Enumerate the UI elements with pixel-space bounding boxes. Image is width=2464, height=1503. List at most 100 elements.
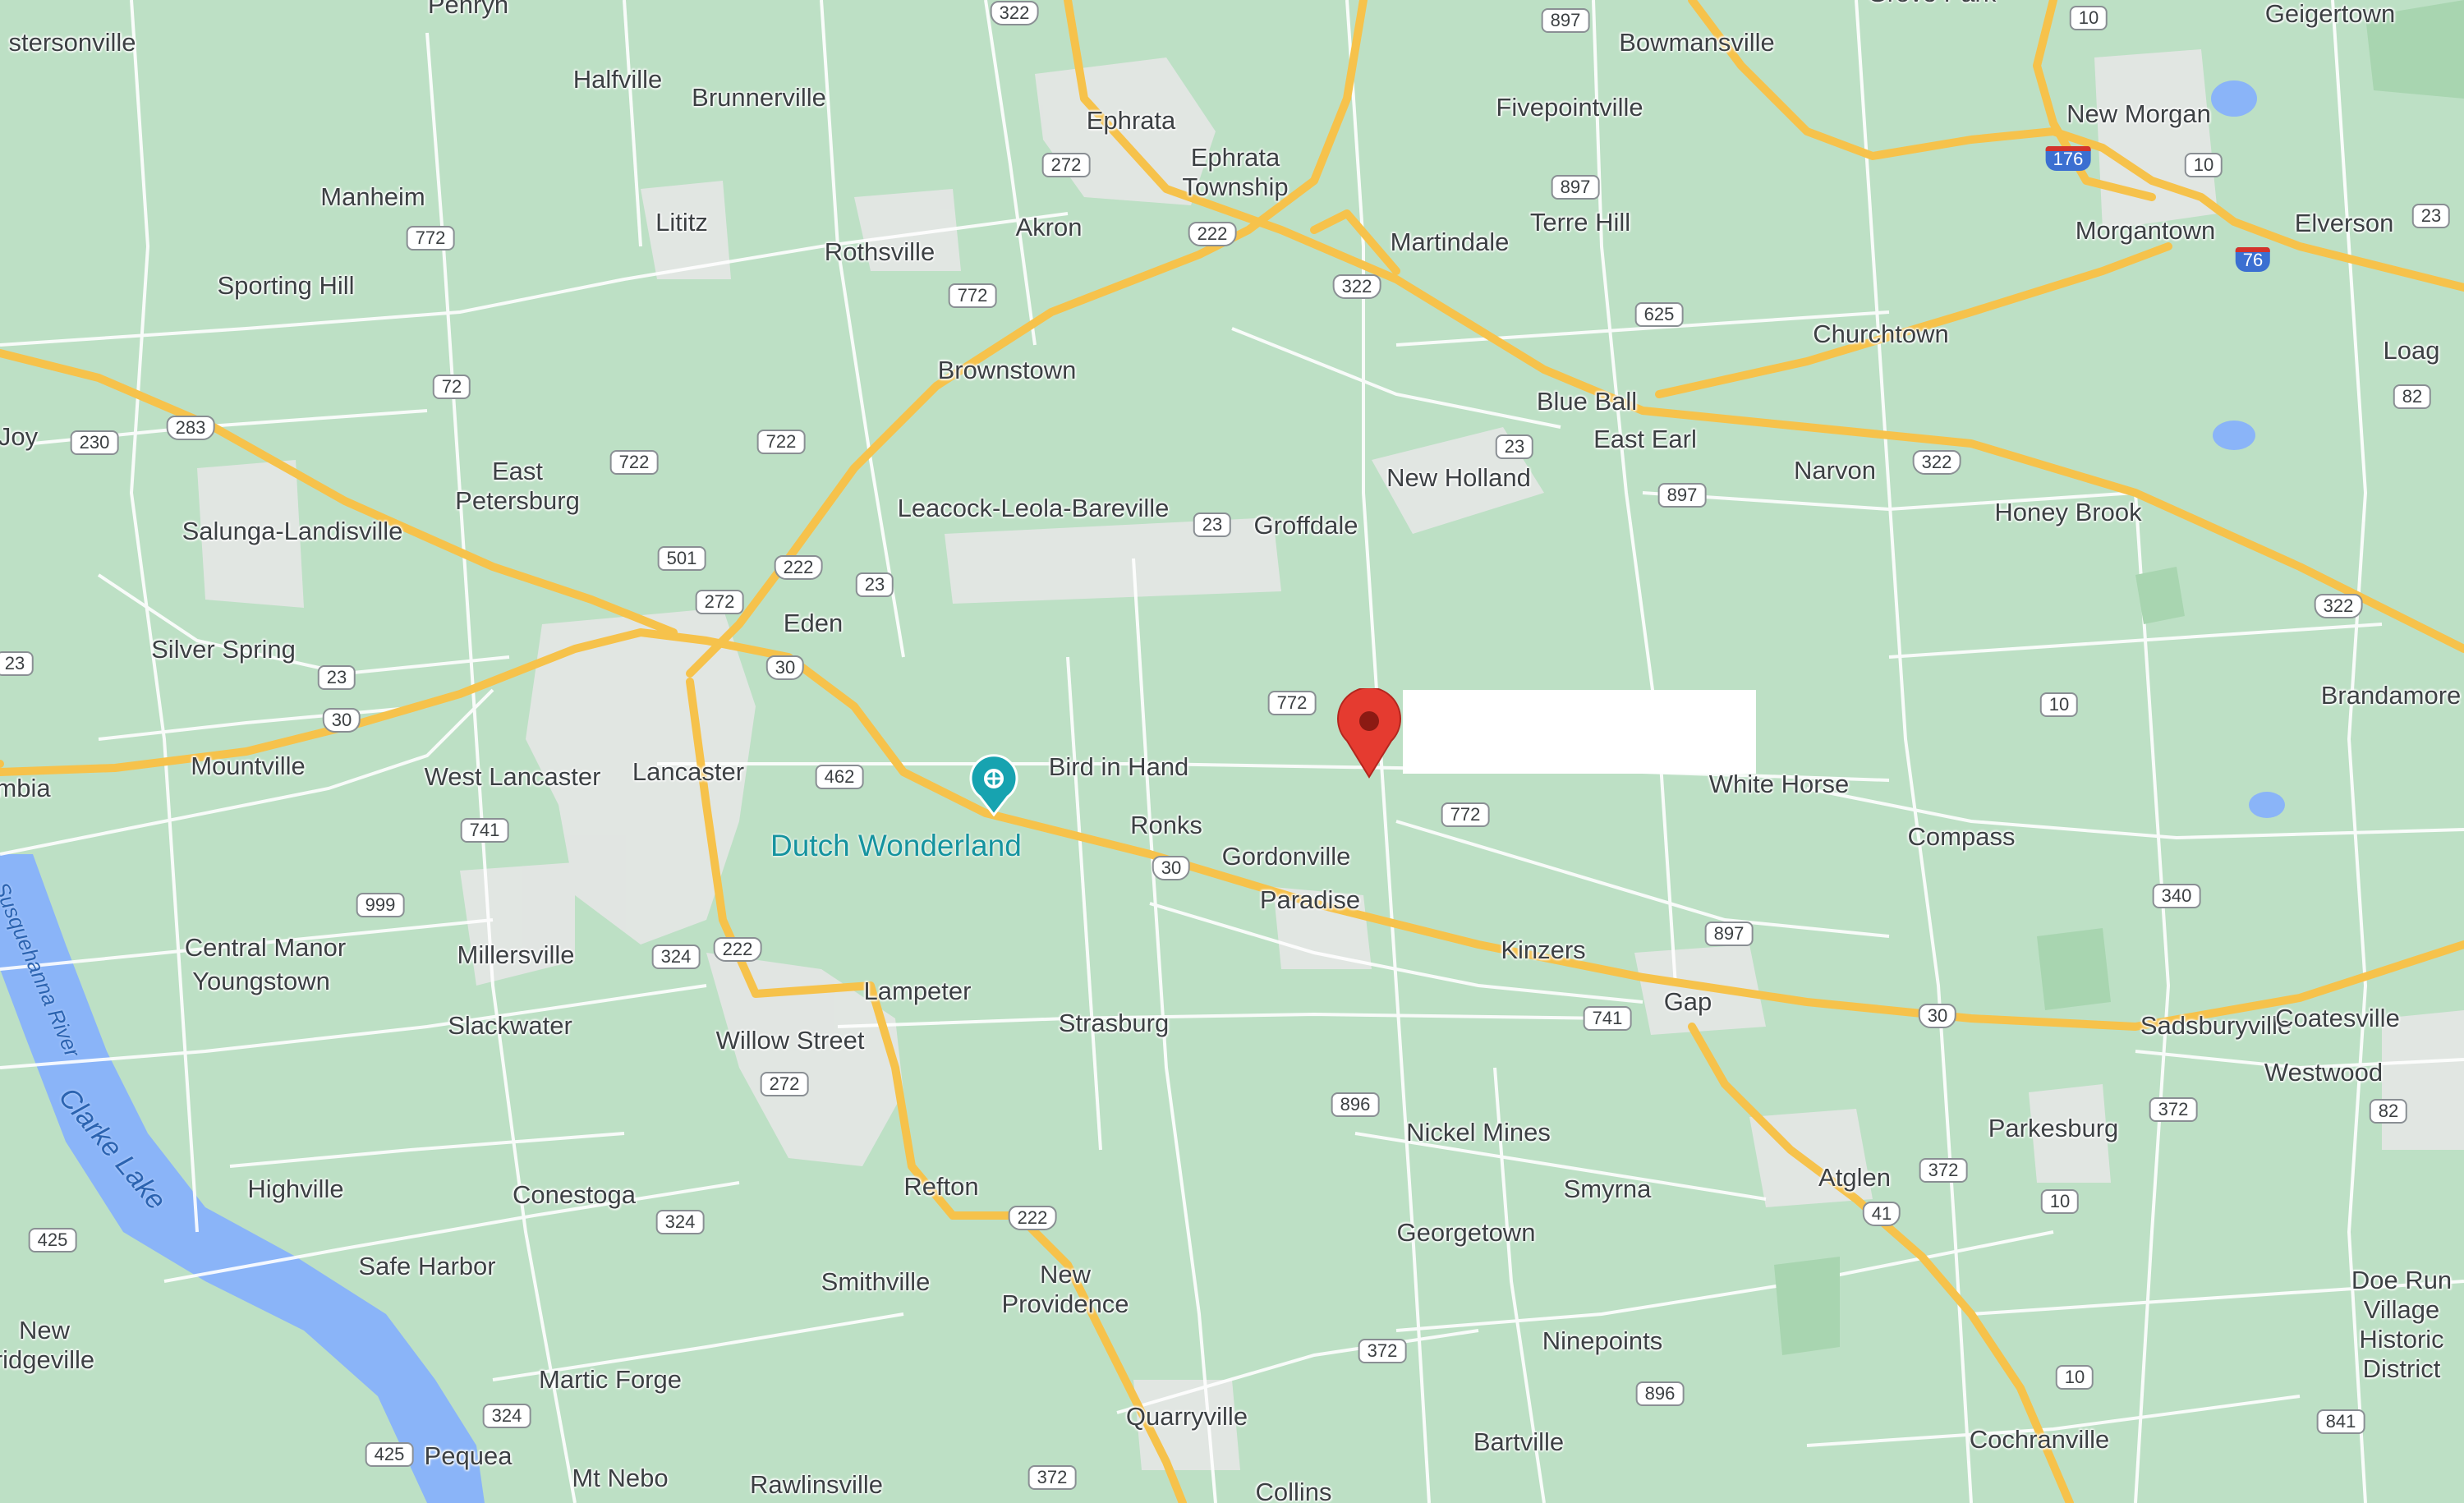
pin-info-label[interactable] <box>1403 690 1756 774</box>
route-shield-23: 23 <box>855 572 894 597</box>
place-label: Compass <box>1907 822 2016 851</box>
route-shield-30: 30 <box>1152 856 1191 880</box>
place-label: Gap <box>1663 987 1712 1016</box>
route-shield-23: 23 <box>2411 204 2451 228</box>
place-label: Millersville <box>457 940 575 969</box>
route-shield-841: 841 <box>2316 1409 2365 1434</box>
route-shield-324: 324 <box>655 1210 705 1234</box>
route-shield-10: 10 <box>2039 692 2079 717</box>
place-label: Central Manor <box>184 933 347 962</box>
route-shield-23: 23 <box>1193 512 1232 537</box>
place-label: Refton <box>903 1172 979 1201</box>
place-label: Mt Nebo <box>572 1464 669 1492</box>
route-shield-322: 322 <box>990 1 1039 25</box>
route-shield-23: 23 <box>0 651 34 676</box>
place-label: White Horse <box>1708 770 1850 798</box>
route-shield-425: 425 <box>365 1442 414 1467</box>
place-label: Parkesburg <box>1988 1114 2119 1142</box>
route-shield-272: 272 <box>1041 153 1091 177</box>
place-label: Coatesville <box>2275 1004 2400 1032</box>
route-shield-72: 72 <box>432 375 471 399</box>
poi-label-dutch-wonderland[interactable]: Dutch Wonderland <box>770 829 1022 863</box>
place-label: Strasburg <box>1058 1009 1170 1037</box>
place-label: Cochranville <box>1969 1425 2110 1454</box>
route-shield-372: 372 <box>1919 1158 1968 1183</box>
place-label: Sporting Hill <box>217 271 355 300</box>
route-shield-625: 625 <box>1634 302 1684 327</box>
place-label: Blue Ball <box>1536 387 1638 416</box>
route-shield-222: 222 <box>1008 1206 1057 1230</box>
place-label: Youngstown <box>192 967 330 995</box>
place-label: Gordonville <box>1221 842 1351 871</box>
place-label: Bowmansville <box>1619 28 1775 57</box>
place-label: Pequea <box>424 1441 513 1470</box>
place-label: Smyrna <box>1563 1174 1652 1203</box>
route-shield-896: 896 <box>1331 1092 1380 1117</box>
dropped-pin-marker[interactable] <box>1335 688 1403 779</box>
place-label: Loag <box>2383 336 2440 365</box>
route-shield-322: 322 <box>1912 450 1961 475</box>
place-label: Terre Hill <box>1529 208 1631 237</box>
map-canvas[interactable]: stersonville Penryn Halfville Brunnerville E… <box>0 0 2464 1503</box>
place-label: Westwood <box>2264 1058 2384 1087</box>
place-label: Brandamore <box>2320 681 2462 710</box>
pin-center-dot <box>1359 711 1379 731</box>
place-label: West Lancaster <box>424 762 601 791</box>
place-label: Silver Spring <box>151 635 296 664</box>
place-label: East Petersburg <box>455 457 580 515</box>
route-shield-372: 372 <box>2149 1097 2198 1122</box>
route-shield-23: 23 <box>1495 434 1534 459</box>
place-label: Ephrata <box>1086 106 1176 135</box>
place-label: Sadsburyville <box>2140 1011 2292 1040</box>
place-label: Brunnerville <box>692 83 826 112</box>
place-label: Eden <box>783 609 844 637</box>
place-label: Lititz <box>655 208 708 237</box>
place-label: Akron <box>1015 213 1083 241</box>
place-label: Smithville <box>821 1267 931 1296</box>
place-label: Slackwater <box>448 1011 572 1040</box>
place-label: New Providence <box>1001 1260 1129 1318</box>
place-label: Martindale <box>1390 228 1510 256</box>
route-shield-10: 10 <box>2184 153 2223 177</box>
place-label: Georgetown <box>1396 1218 1536 1247</box>
place-label: Halfville <box>572 65 663 94</box>
route-shield-722: 722 <box>609 450 659 475</box>
place-label: mbia <box>0 774 51 802</box>
place-label: Bartville <box>1473 1427 1565 1456</box>
poi-marker-dutch-wonderland[interactable] <box>968 754 1019 816</box>
place-label: Doe Run Village Historic District <box>2351 1266 2453 1383</box>
route-shield-372: 372 <box>1027 1465 1077 1490</box>
route-shield-501: 501 <box>657 546 706 571</box>
route-shield-76: 76 <box>2235 247 2271 272</box>
route-shield-322: 322 <box>1332 274 1381 299</box>
route-shield-772: 772 <box>406 226 455 250</box>
route-shield-772: 772 <box>1441 802 1490 827</box>
route-shield-30: 30 <box>1918 1004 1957 1028</box>
route-shield-741: 741 <box>1583 1006 1632 1031</box>
route-shield-30: 30 <box>765 655 805 680</box>
place-label: Ephrata Township <box>1182 143 1289 201</box>
route-shield-30: 30 <box>322 708 361 733</box>
place-label: Atglen <box>1818 1163 1891 1192</box>
place-label: Morgantown <box>2075 216 2216 245</box>
route-shield-741: 741 <box>460 818 509 843</box>
place-label: Fivepointville <box>1496 93 1643 122</box>
place-label: Willow Street <box>715 1026 865 1055</box>
place-label: Nickel Mines <box>1406 1118 1551 1147</box>
place-label: East Earl <box>1593 425 1697 453</box>
place-label: Rawlinsville <box>750 1470 883 1499</box>
place-label: Groffdale <box>1253 511 1358 540</box>
route-shield-897: 897 <box>1551 175 1600 200</box>
route-shield-10: 10 <box>2069 6 2108 30</box>
route-shield-230: 230 <box>70 430 119 455</box>
place-label: Martic Forge <box>539 1365 682 1394</box>
place-label: New ridgeville <box>0 1316 95 1374</box>
place-label: Elverson <box>2294 209 2394 237</box>
place-label: Grove Park <box>1868 0 1997 8</box>
place-label: Safe Harbor <box>358 1252 496 1280</box>
route-shield-722: 722 <box>756 430 806 454</box>
place-label: Paradise <box>1259 885 1361 914</box>
route-shield-897: 897 <box>1657 483 1707 508</box>
place-label: Conestoga <box>513 1180 636 1209</box>
place-label: Geigertown <box>2264 0 2396 28</box>
